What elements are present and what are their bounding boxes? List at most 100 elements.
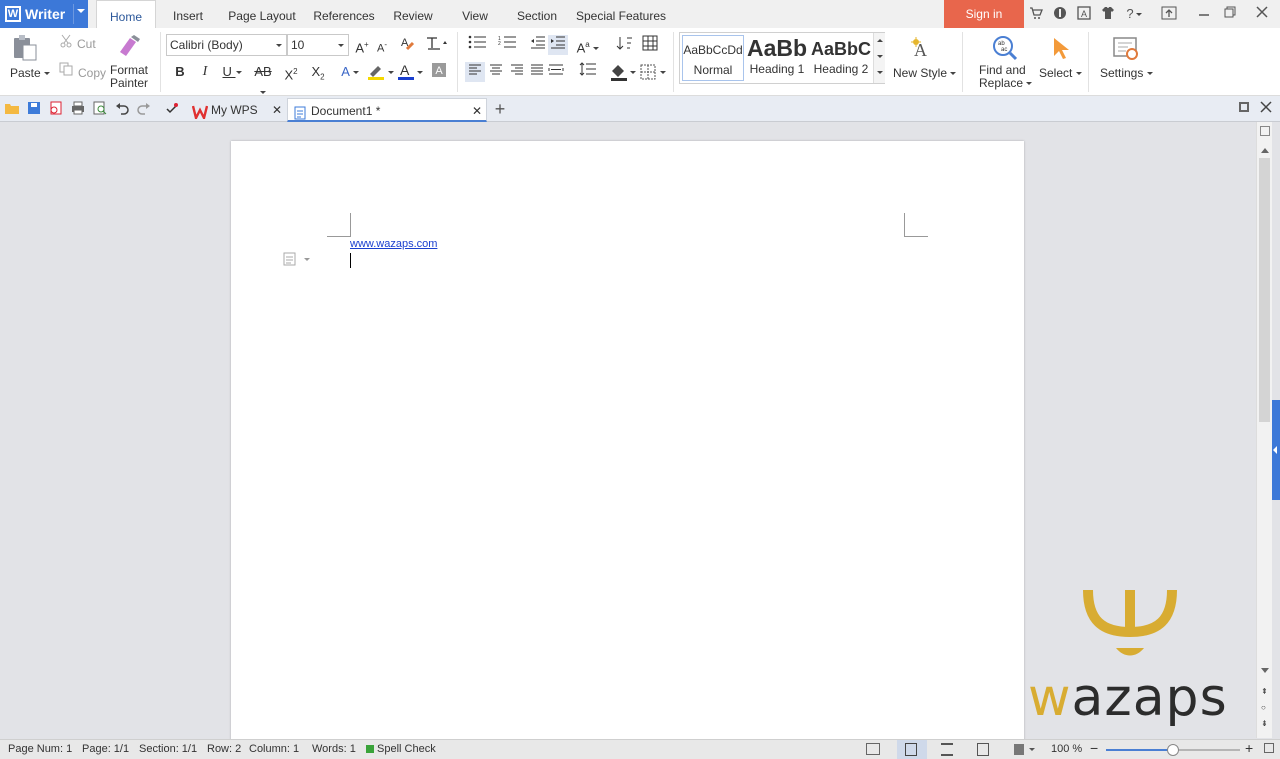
styles-scroll[interactable] (873, 33, 885, 83)
select-cursor-icon[interactable] (1050, 36, 1074, 62)
status-spell-check[interactable]: Spell Check (377, 743, 436, 755)
zoom-out-icon[interactable]: − (1090, 741, 1098, 755)
tab-section[interactable]: Section (508, 0, 566, 28)
vertical-scrollbar[interactable]: ⇞ ○ ⇟ (1256, 122, 1272, 738)
styles-more-icon[interactable] (877, 71, 883, 74)
web-view-icon[interactable] (977, 743, 989, 756)
scroll-down-icon[interactable] (1261, 668, 1269, 673)
minimize-icon[interactable] (1196, 6, 1212, 22)
tab-page-layout[interactable]: Page Layout (222, 0, 302, 28)
undo-icon[interactable] (114, 101, 130, 117)
select-button[interactable]: Select (1039, 66, 1082, 80)
sign-in-button[interactable]: Sign in (944, 0, 1024, 28)
align-center-icon[interactable] (486, 62, 506, 82)
find-replace-button[interactable]: Find and Replace (979, 64, 1033, 90)
cut-icon[interactable] (56, 34, 76, 54)
change-case-icon[interactable]: Aa (574, 35, 602, 55)
align-left-icon[interactable] (465, 62, 485, 82)
fit-page-icon[interactable] (1264, 743, 1274, 753)
app-menu-button[interactable]: W Writer (0, 0, 88, 28)
tab-insert[interactable]: Insert (160, 0, 216, 28)
eye-protection-icon[interactable] (1013, 743, 1035, 756)
next-page-icon[interactable]: ⇟ (1261, 720, 1268, 728)
status-page[interactable]: Page: 1/1 (82, 743, 129, 755)
zoom-in-icon[interactable]: + (1245, 741, 1253, 755)
cut-label[interactable]: Cut (77, 37, 96, 51)
status-row[interactable]: Row: 2 (207, 743, 241, 755)
document-page[interactable]: www.wazaps.com (231, 141, 1024, 741)
underline-icon[interactable]: U (218, 62, 246, 82)
style-heading-1[interactable]: AaBb Heading 1 (746, 35, 808, 81)
print-preview-icon[interactable] (92, 101, 108, 117)
side-panel-toggle[interactable] (1272, 400, 1280, 500)
sort-icon[interactable] (612, 35, 638, 55)
hyperlink-text[interactable]: www.wazaps.com (350, 238, 437, 250)
status-section[interactable]: Section: 1/1 (139, 743, 197, 755)
restore-pane-icon[interactable] (1236, 101, 1252, 117)
increase-indent-icon[interactable] (548, 35, 568, 55)
highlight-color-icon[interactable] (366, 62, 396, 82)
font-size-select[interactable]: 10 (287, 34, 349, 56)
distribute-icon[interactable] (546, 62, 566, 82)
text-direction-icon[interactable] (424, 35, 450, 55)
status-column[interactable]: Column: 1 (249, 743, 299, 755)
scroll-up-icon[interactable] (1261, 148, 1269, 153)
shrink-font-icon[interactable]: A- (372, 35, 392, 55)
table-grid-icon[interactable] (640, 35, 660, 55)
style-normal[interactable]: AaBbCcDd Normal (682, 35, 744, 81)
export-pdf-icon[interactable] (48, 101, 64, 117)
align-right-icon[interactable] (507, 62, 527, 82)
superscript-icon[interactable]: X2 (281, 62, 301, 82)
grow-font-icon[interactable]: A+ (352, 35, 372, 55)
borders-icon[interactable] (640, 62, 668, 82)
status-words[interactable]: Words: 1 (312, 743, 356, 755)
font-color-icon[interactable]: A (397, 62, 425, 82)
copy-icon[interactable] (56, 62, 76, 82)
tab-document1[interactable]: Document1 * ✕ (287, 98, 487, 122)
customize-qat-icon[interactable] (164, 101, 180, 117)
paste-button[interactable]: Paste (10, 66, 51, 80)
cart-icon[interactable] (1028, 6, 1044, 22)
format-painter-button[interactable]: Format Painter (110, 64, 148, 90)
clear-format-icon[interactable]: A (397, 35, 417, 55)
skin-icon[interactable] (1052, 6, 1068, 22)
paste-options-icon[interactable] (283, 252, 313, 268)
tab-review[interactable]: Review (386, 0, 440, 28)
scroll-thumb[interactable] (1259, 158, 1270, 422)
print-icon[interactable] (70, 101, 86, 117)
zoom-slider[interactable] (1106, 744, 1240, 756)
copy-label[interactable]: Copy (78, 66, 106, 80)
font-manager-icon[interactable]: A (1076, 6, 1092, 22)
new-style-icon[interactable]: A (908, 36, 938, 60)
select-browse-object-icon[interactable]: ○ (1261, 704, 1266, 712)
zoom-level[interactable]: 100 % (1051, 743, 1082, 755)
save-icon[interactable] (26, 101, 42, 117)
line-spacing-icon[interactable] (574, 62, 602, 82)
page-view-icon[interactable] (905, 743, 917, 756)
style-heading-2[interactable]: AaBbC Heading 2 (810, 35, 872, 81)
tab-view[interactable]: View (452, 0, 498, 28)
new-style-button[interactable]: New Style (893, 66, 957, 80)
tab-references[interactable]: References (306, 0, 382, 28)
theme-shirt-icon[interactable] (1100, 6, 1116, 22)
styles-down-icon[interactable] (877, 55, 883, 58)
paste-icon[interactable] (10, 34, 44, 64)
prev-page-icon[interactable]: ⇞ (1261, 688, 1268, 696)
shading-icon[interactable] (609, 62, 637, 82)
status-page-num[interactable]: Page Num: 1 (8, 743, 72, 755)
tab-my-wps[interactable]: My WPS ✕ (186, 98, 286, 122)
bold-icon[interactable]: B (170, 62, 190, 82)
strikethrough-icon[interactable]: AB (250, 62, 276, 95)
split-view-icon[interactable] (1260, 126, 1270, 136)
full-screen-icon[interactable] (866, 743, 880, 755)
app-menu-dropdown-icon[interactable] (77, 9, 85, 13)
close-icon[interactable] (1254, 6, 1270, 22)
close-document-icon[interactable] (1258, 101, 1274, 117)
redo-icon[interactable] (136, 101, 152, 117)
new-tab-plus-icon[interactable]: + (492, 100, 508, 118)
format-painter-icon[interactable] (116, 34, 144, 60)
upload-icon[interactable] (1158, 6, 1180, 22)
styles-up-icon[interactable] (877, 39, 883, 42)
subscript-icon[interactable]: X2 (308, 62, 328, 82)
decrease-indent-icon[interactable] (528, 35, 548, 55)
